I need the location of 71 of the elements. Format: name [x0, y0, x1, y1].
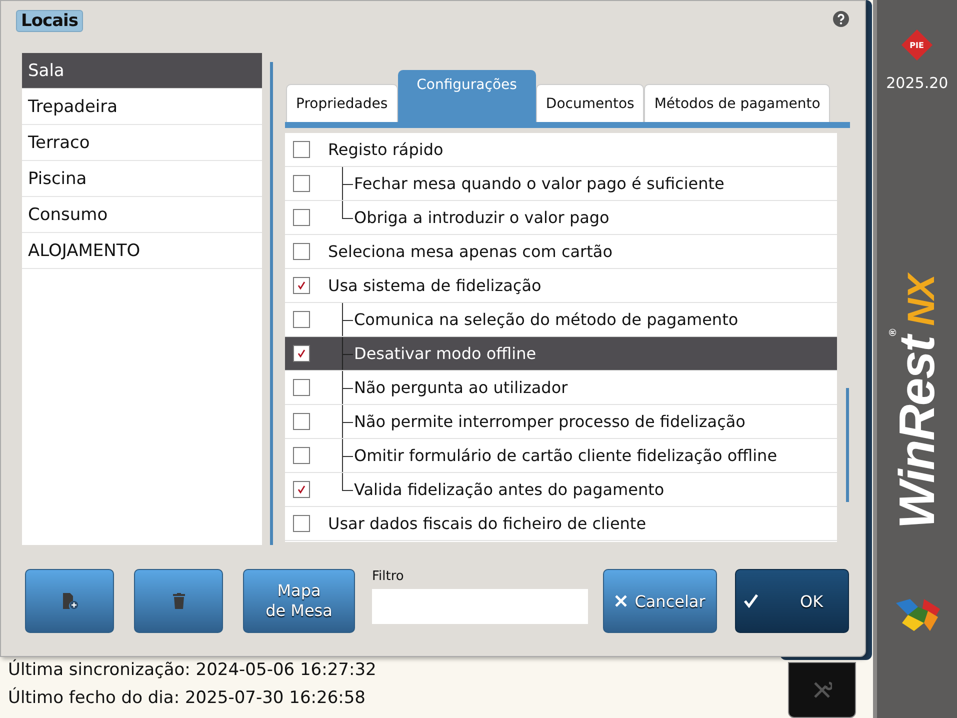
settings-row[interactable]: Omitir formulário de cartão cliente fidelização offline [285, 439, 837, 473]
check-icon [744, 594, 758, 608]
settings-row[interactable]: Usar dados fiscais do ficheiro de cliente [285, 507, 837, 541]
settings-row[interactable]: Usa sistema de fidelização [285, 269, 837, 303]
cancel-button[interactable]: Cancelar [603, 569, 717, 633]
settings-row[interactable]: Valida fidelização antes do pagamento [285, 473, 837, 507]
add-document-icon [60, 592, 78, 610]
location-item[interactable]: Piscina [22, 161, 262, 197]
location-item[interactable]: Trepadeira [22, 89, 262, 125]
add-document-button[interactable] [25, 569, 114, 633]
tab[interactable]: Métodos de pagamento [644, 84, 830, 122]
checkbox[interactable] [293, 209, 310, 226]
checkbox[interactable] [293, 447, 310, 464]
tree-line [341, 405, 353, 438]
check-icon [297, 281, 306, 290]
settings-row[interactable]: Desativar modo offline [285, 337, 837, 371]
settings-row[interactable]: Obriga a introduzir o valor pago [285, 201, 837, 235]
setting-label: Seleciona mesa apenas com cartão [328, 242, 612, 261]
checkbox[interactable] [293, 277, 310, 294]
help-icon[interactable] [833, 11, 849, 27]
tree-line [341, 337, 353, 370]
checkbox[interactable] [293, 413, 310, 430]
setting-label: Valida fidelização antes do pagamento [354, 480, 664, 499]
close-icon [614, 595, 627, 607]
setting-label: Omitir formulário de cartão cliente fidelização offline [354, 446, 778, 465]
location-item[interactable]: Terraco [22, 125, 262, 161]
settings-row[interactable]: Registo rápido [285, 133, 837, 167]
filter-field[interactable] [372, 589, 588, 624]
tree-line [341, 371, 353, 404]
checkbox[interactable] [293, 481, 310, 498]
dialog-title: Locais [16, 10, 84, 32]
setting-label: Obriga a introduzir o valor pago [354, 208, 610, 227]
tree-line [341, 303, 353, 336]
tab[interactable]: Documentos [536, 84, 644, 122]
checkbox[interactable] [293, 515, 310, 532]
tools-button[interactable] [788, 662, 856, 718]
tab[interactable]: Propriedades [286, 84, 398, 122]
checkbox[interactable] [293, 311, 310, 328]
location-item[interactable]: Sala [22, 53, 262, 89]
check-icon [297, 485, 306, 494]
setting-label: Usar dados fiscais do ficheiro de cliente [328, 514, 646, 533]
status-text: Última sincronização: 2024-05-06 16:27:32 [8, 658, 376, 682]
location-item[interactable]: ALOJAMENTO [22, 233, 262, 269]
settings-row[interactable]: Não permite interromper processo de fidelização [285, 405, 837, 439]
ok-button[interactable]: OK [735, 569, 849, 633]
tools-icon [812, 680, 832, 700]
brand-logo: PIE [902, 29, 933, 61]
checkbox[interactable] [293, 141, 310, 158]
delete-button[interactable] [134, 569, 223, 633]
trash-icon [172, 593, 184, 609]
setting-label: Não permite interromper processo de fidelização [354, 412, 746, 431]
filter-label: Filtro [372, 569, 405, 586]
setting-label: Usa sistema de fidelização [328, 276, 542, 295]
checkbox[interactable] [293, 345, 310, 362]
settings-row[interactable]: Fechar mesa quando o valor pago é suficiente [285, 167, 837, 201]
version-text: 2025.20 [886, 74, 948, 92]
setting-label: Comunica na seleção do método de pagamento [354, 310, 738, 329]
checkbox[interactable] [293, 379, 310, 396]
check-icon [297, 349, 306, 358]
settings-row[interactable]: Não pergunta ao utilizador [285, 371, 837, 405]
setting-label: Não pergunta ao utilizador [354, 378, 568, 397]
settings-row[interactable]: Seleciona mesa apenas com cartão [285, 235, 837, 269]
setting-label: Registo rápido [328, 140, 444, 159]
location-item[interactable]: Consumo [22, 197, 262, 233]
scrollbar-thumb[interactable] [846, 388, 849, 502]
setting-label: Fechar mesa quando o valor pago é suficiente [354, 174, 724, 193]
checkbox[interactable] [293, 175, 310, 192]
status-text: Último fecho do dia: 2025-07-30 16:26:58 [8, 686, 366, 710]
checkbox[interactable] [293, 243, 310, 260]
table-map-button[interactable]: Mapa de Mesa [243, 569, 355, 633]
setting-label: Desativar modo offline [354, 344, 536, 363]
